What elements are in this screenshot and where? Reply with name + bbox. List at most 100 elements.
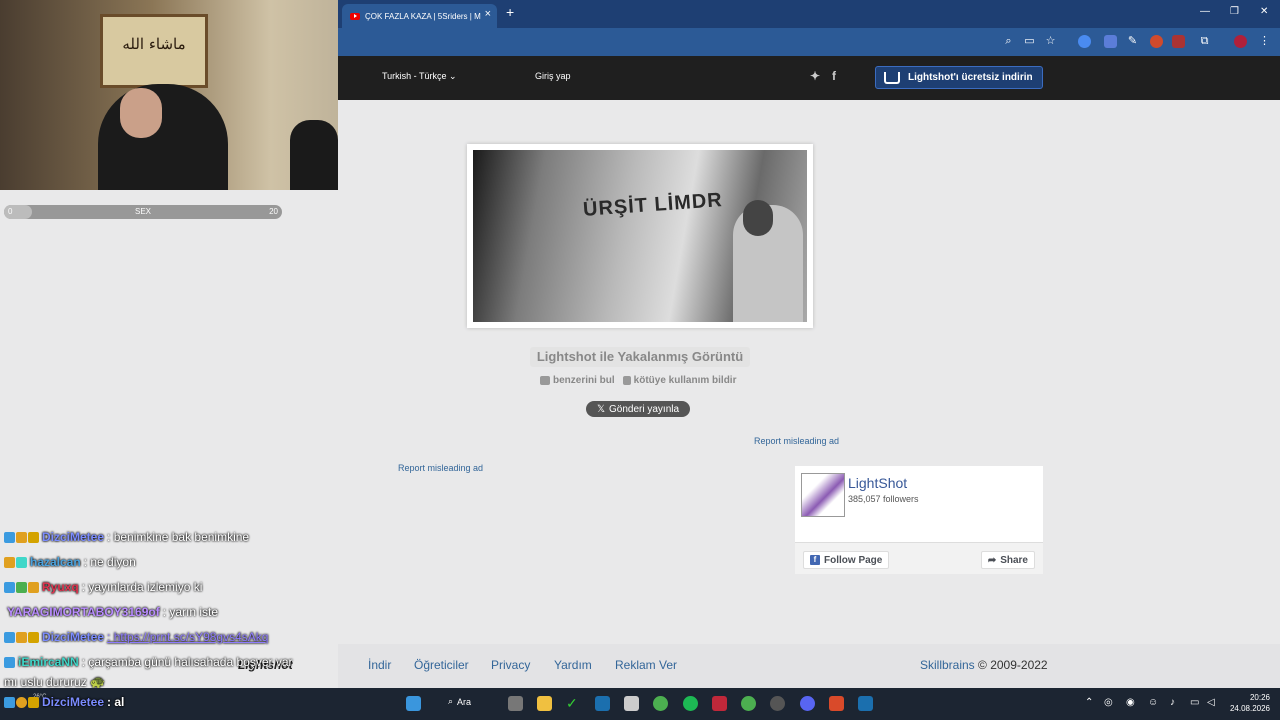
chat-badges	[4, 656, 15, 668]
tray-network-icon[interactable]: ▭	[1190, 697, 1199, 708]
badge-icon	[4, 581, 15, 593]
chrome-icon[interactable]	[653, 696, 668, 711]
chat-message: DizciMetee: https://prnt.sc/sY98gvs4sAkq	[4, 630, 268, 644]
chat-badges	[4, 631, 39, 643]
chat-message: DizciMetee : al	[4, 695, 124, 709]
extension-icon[interactable]: ✎	[1126, 35, 1139, 48]
badge-icon	[16, 696, 27, 708]
tray-chevron-icon[interactable]: ⌃	[1085, 697, 1093, 708]
active-tab[interactable]: ÇOK FAZLA KAZA | 5Sriders | M ×	[342, 4, 497, 28]
new-tab-button[interactable]: +	[506, 4, 514, 20]
app-icon[interactable]	[624, 696, 639, 711]
file-explorer-icon[interactable]	[537, 696, 552, 711]
find-similar-link[interactable]: benzerini bul	[540, 375, 615, 386]
fb-page-name[interactable]: LightShot	[848, 475, 907, 491]
taskbar-clock[interactable]: 20:26 24.08.2026	[1230, 692, 1270, 714]
tray-discord-icon[interactable]: ☺	[1148, 697, 1158, 708]
progress-min: 0	[8, 207, 13, 216]
facebook-icon[interactable]: f	[832, 69, 836, 83]
browser-toolbar: ⌕ ▭ ☆ ✎ ⧉ ⋮	[338, 28, 1280, 56]
bookmark-star-icon[interactable]: ☆	[1044, 35, 1057, 48]
chrome-active-icon[interactable]	[741, 696, 756, 711]
tray-chrome-icon[interactable]: ◉	[1126, 697, 1135, 708]
chat-text: : https://prnt.sc/sY98gvs4sAkq	[107, 630, 269, 644]
footer-link-download[interactable]: İndir	[368, 658, 391, 672]
obs-icon[interactable]	[770, 696, 785, 711]
site-header: Turkish - Türkçe ⌄ Giriş yap ✦ f Lightsh…	[338, 56, 1280, 100]
twitter-icon[interactable]: ✦	[810, 69, 820, 83]
clock-time: 20:26	[1249, 693, 1270, 702]
screenshot-frame: ÜRŞİT LİMDR	[467, 144, 813, 328]
image-person-head	[743, 200, 773, 236]
chat-username: DizciMetee	[42, 695, 105, 709]
chat-username: Ryuxq	[42, 580, 79, 594]
fb-action-bar: f Follow Page ➦ Share	[795, 542, 1043, 574]
skillbrains-link[interactable]: Skillbrains	[920, 658, 975, 672]
tray-volume-icon[interactable]: ◁	[1207, 697, 1215, 708]
profile-avatar[interactable]	[1234, 35, 1247, 48]
taskbar-search[interactable]: ⌕ Ara	[448, 696, 471, 707]
menu-icon[interactable]: ⋮	[1258, 35, 1271, 48]
zoom-icon[interactable]: ⌕	[1002, 35, 1015, 48]
extensions-puzzle-icon[interactable]: ⧉	[1198, 35, 1211, 48]
steam-icon[interactable]	[858, 696, 873, 711]
steam-icon[interactable]	[595, 696, 610, 711]
goal-progress-bar: 0 SEX 20	[4, 205, 282, 219]
close-window-button[interactable]: ✕	[1260, 6, 1268, 17]
badge-icon	[16, 581, 27, 593]
chat-message: DizciMetee: benimkine bak benimkine	[4, 530, 249, 544]
facebook-page-widget: LightShot 385,057 followers f Follow Page…	[795, 466, 1043, 574]
report-icon	[622, 376, 631, 385]
chat-message: Ryuxq: yayınlarda izlemiyo ki	[4, 580, 202, 594]
report-ad-link[interactable]: Report misleading ad	[398, 463, 483, 473]
login-link[interactable]: Giriş yap	[535, 71, 571, 81]
follow-page-button[interactable]: f Follow Page	[803, 551, 890, 569]
chat-message: YARAGIMORTABOY3169of: yarın iste	[4, 605, 218, 619]
image-actions: benzerini bul kötüye kullanım bildir	[540, 375, 736, 386]
badge-icon	[28, 581, 39, 593]
minimize-button[interactable]: —	[1200, 6, 1210, 17]
extension-icon[interactable]	[1172, 35, 1185, 48]
chat-username: DizciMetee	[42, 630, 105, 644]
chat-username: YARAGIMORTABOY3169of	[7, 605, 160, 619]
report-ad-link[interactable]: Report misleading ad	[754, 436, 839, 446]
footer-link-tutorials[interactable]: Öğreticiler	[414, 658, 469, 672]
report-abuse-link[interactable]: kötüye kullanım bildir	[622, 375, 736, 386]
footer-link-advertise[interactable]: Reklam Ver	[615, 658, 677, 672]
chat-username: iEmircaNN	[18, 655, 79, 669]
xmind-icon[interactable]	[712, 696, 727, 711]
checkmark-app-icon[interactable]: ✓	[566, 696, 581, 711]
extension-icon[interactable]	[1078, 35, 1091, 48]
share-button[interactable]: ➦ Share	[980, 551, 1035, 569]
badge-icon	[28, 631, 39, 643]
chat-username: DizciMetee	[42, 530, 105, 544]
download-button[interactable]: Lightshot'ı ücretsiz indirin	[875, 66, 1043, 89]
footer-link-privacy[interactable]: Privacy	[491, 658, 530, 672]
extension-icon[interactable]	[1150, 35, 1163, 48]
chat-text: : yarın iste	[162, 605, 219, 619]
chat-text: : ne diyon	[83, 555, 136, 569]
tray-steam-icon[interactable]: ◎	[1104, 697, 1113, 708]
task-view-icon[interactable]	[508, 696, 523, 711]
cast-icon[interactable]: ▭	[1023, 35, 1036, 48]
badge-icon	[16, 631, 27, 643]
footer-link-help[interactable]: Yardım	[554, 658, 592, 672]
tray-mic-icon[interactable]: ♪	[1170, 697, 1175, 708]
lightshot-logo[interactable]	[801, 473, 845, 517]
tweet-button[interactable]: 𝕏 Gönderi yayınla	[586, 401, 690, 417]
badge-icon	[4, 531, 15, 543]
fb-followers: 385,057 followers	[848, 494, 919, 504]
translate-extension-icon[interactable]	[1104, 35, 1117, 48]
spotify-icon[interactable]	[683, 696, 698, 711]
screenshot-caption: Lightshot ile Yakalanmış Görüntü	[530, 347, 750, 367]
brave-icon[interactable]	[829, 696, 844, 711]
language-selector[interactable]: Turkish - Türkçe ⌄	[382, 71, 457, 82]
discord-icon[interactable]	[800, 696, 815, 711]
maximize-button[interactable]: ❐	[1230, 6, 1239, 17]
chat-badges	[4, 531, 39, 543]
badge-icon	[16, 531, 27, 543]
captured-image[interactable]: ÜRŞİT LİMDR	[473, 150, 807, 322]
camera-icon	[540, 376, 550, 385]
close-tab-icon[interactable]: ×	[485, 8, 491, 20]
windows-start-icon[interactable]	[406, 696, 421, 711]
